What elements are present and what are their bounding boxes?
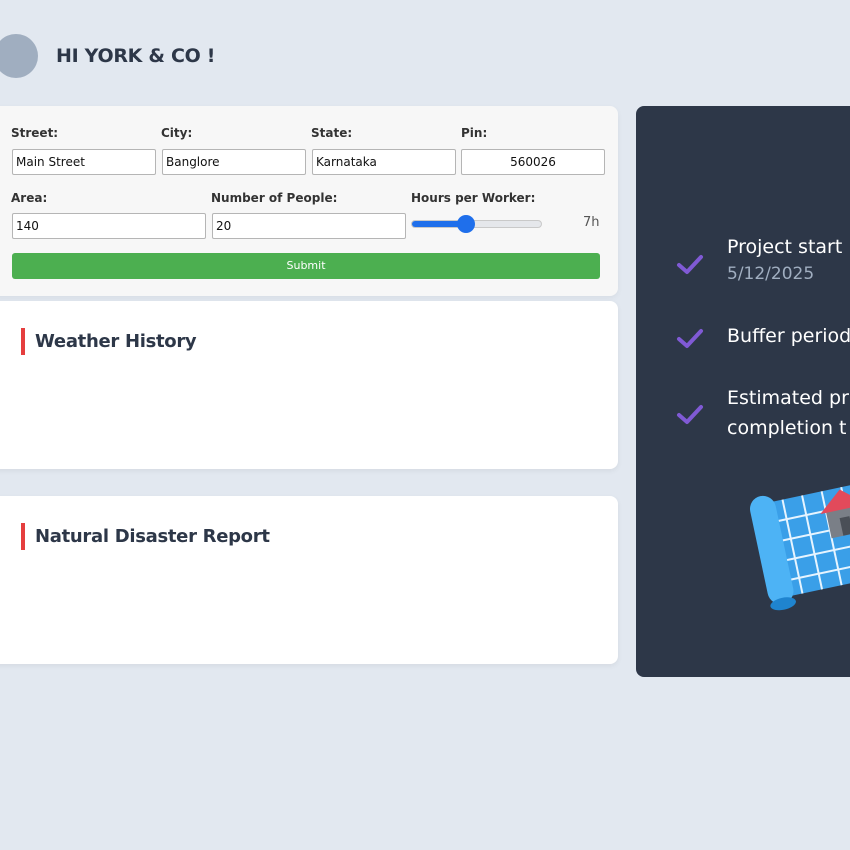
hours-label: Hours per Worker: bbox=[411, 191, 536, 205]
project-start-date: 5/12/2025 bbox=[727, 264, 815, 284]
people-label: Number of People: bbox=[211, 191, 338, 205]
state-label: State: bbox=[311, 126, 353, 140]
hours-value: 7h bbox=[583, 215, 600, 230]
weather-history-card: Weather History bbox=[0, 301, 618, 469]
disaster-report-card: Natural Disaster Report bbox=[0, 496, 618, 664]
city-label: City: bbox=[161, 126, 193, 140]
area-label: Area: bbox=[11, 191, 48, 205]
city-input[interactable] bbox=[162, 149, 306, 175]
estimated-completion-line1: Estimated pr bbox=[727, 387, 849, 409]
blueprint-house-icon bbox=[749, 476, 850, 611]
project-form: Street: City: State: Pin: Area: Number o… bbox=[0, 106, 618, 296]
greeting-title: HI YORK & CO ! bbox=[56, 45, 216, 67]
pin-label: Pin: bbox=[461, 126, 488, 140]
weather-history-title: Weather History bbox=[21, 328, 197, 355]
people-input[interactable] bbox=[212, 213, 406, 239]
check-icon bbox=[677, 405, 703, 424]
project-timeline-panel: Project start 5/12/2025 Buffer period Es… bbox=[636, 106, 850, 677]
pin-input[interactable] bbox=[461, 149, 605, 175]
street-input[interactable] bbox=[12, 149, 156, 175]
check-icon bbox=[677, 329, 703, 348]
state-input[interactable] bbox=[312, 149, 456, 175]
avatar[interactable] bbox=[0, 34, 38, 78]
estimated-completion-line2: completion t bbox=[727, 417, 847, 439]
hours-slider[interactable] bbox=[411, 215, 542, 233]
buffer-period-title: Buffer period bbox=[727, 325, 850, 347]
submit-button[interactable]: Submit bbox=[12, 253, 600, 279]
hours-slider-thumb[interactable] bbox=[457, 215, 476, 233]
street-label: Street: bbox=[11, 126, 59, 140]
check-icon bbox=[677, 255, 703, 274]
project-start-title: Project start bbox=[727, 236, 843, 258]
area-input[interactable] bbox=[12, 213, 206, 239]
disaster-report-title: Natural Disaster Report bbox=[21, 523, 270, 550]
